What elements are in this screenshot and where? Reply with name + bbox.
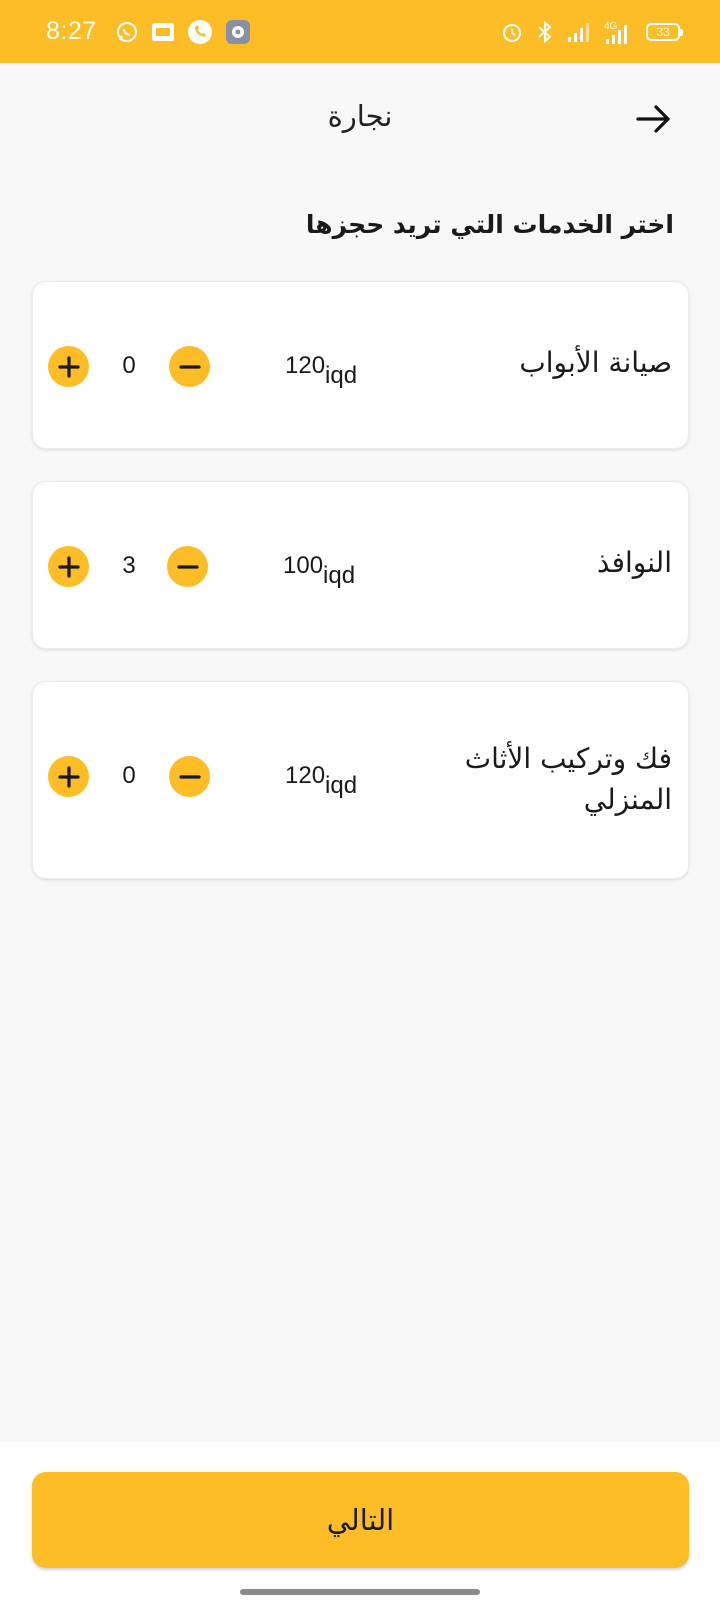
increase-button[interactable]	[48, 546, 89, 587]
price-amount: 120	[285, 352, 326, 379]
status-bar: 8:27 4G 33	[0, 0, 720, 63]
service-price: 120 iqd	[285, 352, 357, 390]
system-icons: 4G 33	[500, 19, 683, 45]
service-card: صيانة الأبواب 120 iqd 0	[32, 281, 689, 449]
plus-icon	[57, 765, 80, 788]
home-indicator[interactable]	[240, 1589, 480, 1595]
service-name: صيانة الأبواب	[519, 346, 672, 379]
price-amount: 120	[285, 762, 326, 789]
signal-icon	[566, 21, 590, 43]
section-title: اختر الخدمات التي تريد حجزها	[305, 210, 674, 239]
status-time: 8:27	[46, 17, 97, 45]
plus-icon	[57, 355, 80, 378]
gallery-icon	[151, 22, 175, 42]
decrease-button[interactable]	[167, 546, 208, 587]
arrow-right-icon	[636, 105, 670, 133]
settings-icon	[225, 19, 251, 45]
price-currency: iqd	[325, 362, 358, 389]
service-price: 120 iqd	[285, 762, 357, 800]
increase-button[interactable]	[48, 346, 89, 387]
minus-icon	[178, 364, 201, 369]
service-name: النوافذ	[596, 546, 672, 579]
bluetooth-icon	[534, 20, 556, 44]
quantity-value: 0	[122, 352, 136, 379]
minus-icon	[178, 774, 201, 779]
next-button[interactable]: التالي	[32, 1472, 689, 1568]
price-currency: iqd	[323, 562, 356, 589]
service-card: النوافذ 100 iqd 3	[32, 481, 689, 649]
service-price: 100 iqd	[283, 552, 355, 590]
quantity-value: 0	[122, 762, 136, 789]
phone-icon	[187, 19, 213, 45]
plus-icon	[57, 555, 80, 578]
increase-button[interactable]	[48, 756, 89, 797]
service-name: فك وتركيب الأثاث المنزلي	[464, 742, 672, 816]
app-header: نجارة	[0, 63, 720, 173]
page-title: نجارة	[327, 99, 393, 133]
notification-icons	[115, 19, 251, 45]
price-currency: iqd	[325, 772, 358, 799]
price-amount: 100	[283, 552, 324, 579]
minus-icon	[176, 564, 199, 569]
bottom-action-bar: التالي	[0, 1442, 720, 1600]
quantity-value: 3	[122, 552, 136, 579]
alarm-icon	[500, 20, 524, 44]
back-button[interactable]	[632, 97, 676, 141]
battery-icon: 33	[646, 22, 683, 41]
network-type-label: 4G	[604, 21, 618, 32]
service-card: فك وتركيب الأثاث المنزلي 120 iqd 0	[32, 681, 689, 879]
signal-4g-icon: 4G	[600, 19, 636, 45]
whatsapp-icon	[115, 20, 139, 44]
decrease-button[interactable]	[169, 346, 210, 387]
decrease-button[interactable]	[169, 756, 210, 797]
